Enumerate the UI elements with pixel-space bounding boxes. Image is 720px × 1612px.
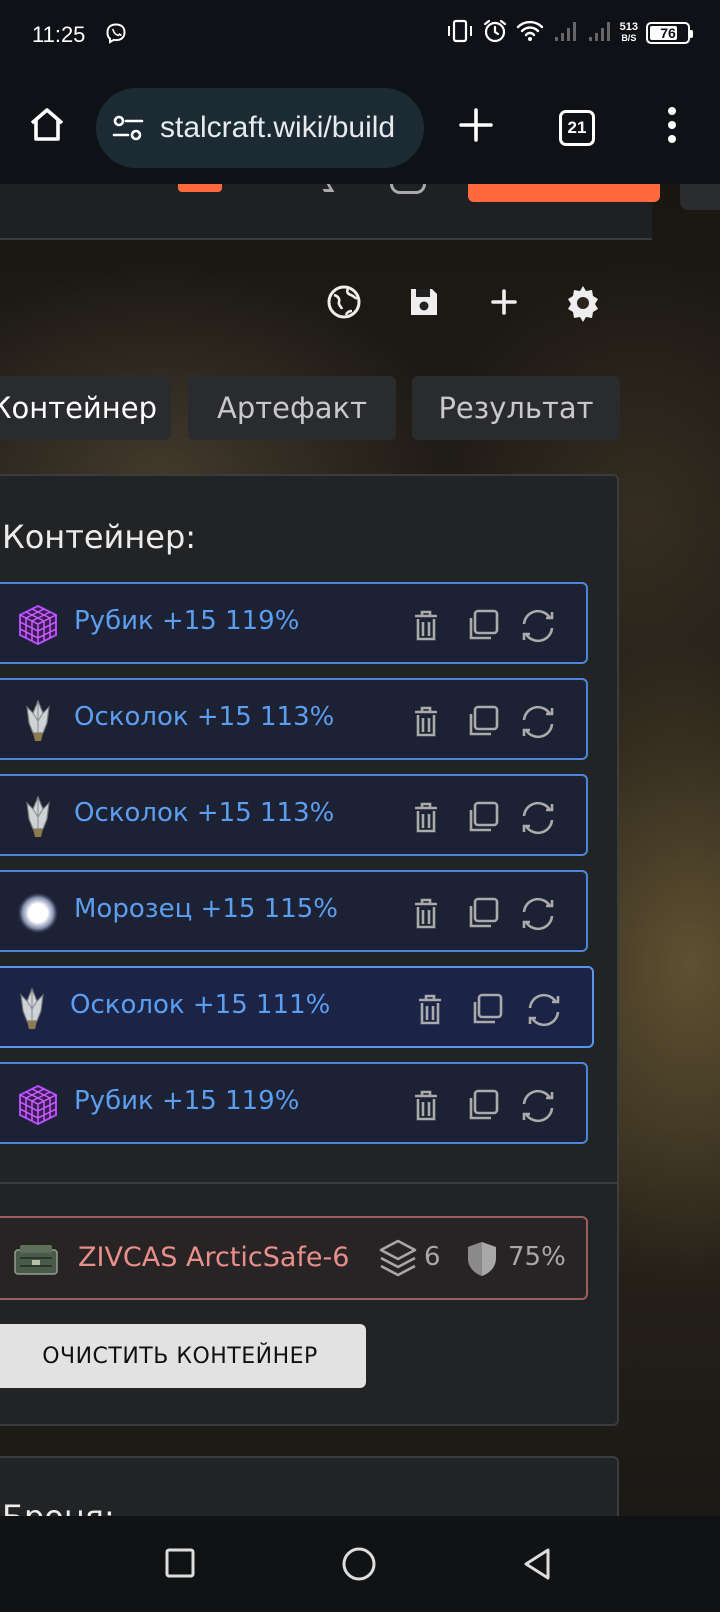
tab-container[interactable]: Контейнер (0, 376, 171, 440)
duplicate-icon[interactable] (462, 606, 502, 646)
container-slots: 6 (424, 1242, 441, 1272)
swap-icon[interactable] (518, 1086, 558, 1126)
language-icon[interactable] (390, 184, 426, 194)
artifact-row[interactable]: Осколок +15 113% (0, 774, 588, 856)
crystal-shard-icon (16, 795, 60, 839)
net-speed: 513 B/S (620, 22, 638, 44)
frost-orb-icon (16, 891, 60, 935)
tab-result[interactable]: Результат (412, 376, 620, 440)
net-speed-unit: B/S (621, 33, 637, 43)
container-item[interactable]: ZIVCAS ArcticSafe-6 6 75% (0, 1216, 588, 1300)
battery-level: 76 (660, 25, 676, 41)
signal-icon-2 (586, 19, 612, 47)
tab-switcher-button[interactable]: 21 (559, 110, 595, 146)
trash-icon[interactable] (406, 702, 446, 742)
artifact-label: Осколок +15 113% (74, 702, 335, 732)
status-bar: 11:25 513 B/S 76 (0, 0, 720, 74)
tab-container-label: Контейнер (0, 391, 157, 425)
artifact-row[interactable]: Рубик +15 119% (0, 1062, 588, 1144)
artifact-row[interactable]: Рубик +15 119% (0, 582, 588, 664)
browser-toolbar: stalcraft.wiki/build 21 (0, 74, 720, 184)
container-name: ZIVCAS ArcticSafe-6 (78, 1242, 350, 1273)
header-badge (178, 184, 222, 192)
artifact-row[interactable]: Морозец +15 115% (0, 870, 588, 952)
tab-result-label: Результат (438, 391, 594, 425)
artifact-row[interactable]: Осколок +15 113% (0, 678, 588, 760)
container-case-icon (12, 1242, 60, 1282)
save-icon[interactable] (406, 284, 442, 324)
build-toolbar (0, 284, 720, 324)
artifact-label: Осколок +15 113% (74, 798, 335, 828)
duplicate-icon[interactable] (462, 894, 502, 934)
search-icon[interactable] (319, 184, 335, 192)
site-header (0, 184, 660, 240)
signal-icon (552, 19, 578, 47)
rubik-cube-icon (16, 603, 60, 647)
duplicate-icon[interactable] (466, 990, 506, 1030)
swap-icon[interactable] (518, 702, 558, 742)
share-globe-icon[interactable] (326, 284, 362, 324)
viber-icon (104, 22, 128, 50)
system-nav-bar (0, 1516, 720, 1612)
swap-icon[interactable] (518, 606, 558, 646)
artifact-label: Осколок +15 111% (70, 990, 331, 1020)
container-protection: 75% (508, 1242, 566, 1272)
duplicate-icon[interactable] (462, 1086, 502, 1126)
header-action-button[interactable] (468, 184, 660, 202)
swap-icon[interactable] (518, 894, 558, 934)
trash-icon[interactable] (406, 1086, 446, 1126)
side-tab[interactable] (680, 184, 720, 210)
net-speed-value: 513 (619, 21, 638, 33)
duplicate-icon[interactable] (462, 702, 502, 742)
recent-apps-icon[interactable] (163, 1546, 197, 1584)
artifact-label: Морозец +15 115% (74, 894, 338, 924)
back-icon[interactable] (520, 1546, 554, 1586)
trash-icon[interactable] (406, 894, 446, 934)
trash-icon[interactable] (406, 606, 446, 646)
swap-icon[interactable] (524, 990, 564, 1030)
trash-icon[interactable] (406, 798, 446, 838)
address-bar[interactable]: stalcraft.wiki/build (96, 88, 424, 168)
swap-icon[interactable] (518, 798, 558, 838)
duplicate-icon[interactable] (462, 798, 502, 838)
tab-artifact[interactable]: Артефакт (188, 376, 396, 440)
artifact-row-selected[interactable]: Осколок +15 111% (0, 966, 594, 1048)
url-text[interactable]: stalcraft.wiki/build (160, 111, 395, 145)
home-icon[interactable] (26, 104, 68, 150)
rubik-cube-icon (16, 1083, 60, 1127)
container-panel: Контейнер: Рубик +15 119% Осколок +15 11… (0, 474, 619, 1426)
panel-title: Контейнер: (2, 518, 197, 556)
add-icon[interactable] (486, 284, 522, 324)
crystal-shard-icon (10, 987, 54, 1031)
site-settings-icon[interactable] (112, 114, 144, 146)
settings-gear-icon[interactable] (564, 284, 602, 326)
battery-indicator: 76 (646, 22, 693, 44)
web-page: Контейнер Артефакт Результат Контейнер: … (0, 184, 720, 1516)
home-circle-icon[interactable] (341, 1546, 377, 1586)
armor-panel: Броня: (0, 1456, 619, 1516)
layers-icon (378, 1238, 418, 1284)
build-tabs: Контейнер Артефакт Результат (0, 376, 720, 440)
trash-icon[interactable] (410, 990, 450, 1030)
tab-count: 21 (567, 118, 587, 137)
wifi-icon (516, 19, 544, 47)
panel-divider (0, 1182, 617, 1184)
status-time: 11:25 (32, 22, 86, 47)
clear-container-button[interactable]: ОЧИСТИТЬ КОНТЕЙНЕР (0, 1324, 366, 1388)
shield-icon (466, 1240, 498, 1282)
vibrate-icon (446, 18, 474, 48)
artifact-label: Рубик +15 119% (74, 1086, 300, 1116)
tab-artifact-label: Артефакт (217, 391, 367, 425)
alarm-icon (482, 18, 508, 48)
kebab-menu-icon[interactable] (662, 104, 682, 150)
artifact-label: Рубик +15 119% (74, 606, 300, 636)
armor-panel-title: Броня: (2, 1498, 115, 1516)
new-tab-icon[interactable] (458, 107, 494, 147)
crystal-shard-icon (16, 699, 60, 743)
